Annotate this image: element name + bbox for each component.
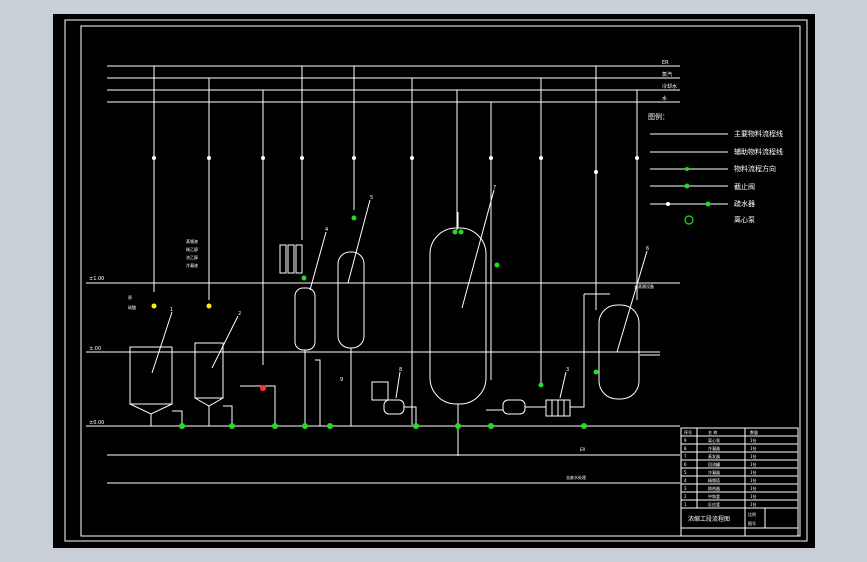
legend-title: 图例： [648, 112, 669, 121]
title-block-cell: 1台 [750, 485, 757, 491]
equipment-tag: 3 [566, 367, 569, 373]
utility-header-label: 蒸汽 [662, 71, 672, 78]
title-block-header: 名 称 [708, 429, 717, 435]
title-block-cell: 1台 [750, 437, 757, 443]
title-block-cell: 1台 [750, 501, 757, 507]
utility-header-label: ER [662, 60, 669, 66]
pipe-label: 去废水处理 [566, 474, 586, 480]
legend-item: 疏水器 [734, 199, 755, 208]
equipment-tag: 4 [325, 227, 328, 233]
title-block-cell: 1台 [750, 477, 757, 483]
title-block-cell: 冷凝器 [708, 445, 720, 451]
legend-item: 截止阀 [734, 182, 755, 191]
title-block-cell: 换热器 [708, 485, 720, 491]
title-block-header: 序号 [684, 429, 692, 435]
equipment-tag: 1 [170, 307, 173, 313]
legend-item: 主要物料流程线 [734, 129, 783, 138]
title-block-header: 数量 [750, 429, 758, 435]
title-block-cell: 1台 [750, 493, 757, 499]
title-block-cell: 反应釜 [708, 501, 720, 507]
equipment-tag: 5 [370, 195, 373, 201]
equipment-tag: 6 [646, 246, 649, 252]
utility-header-label: 水 [662, 95, 667, 102]
pipe-label: ER [580, 447, 586, 452]
title-block-cell: 离心泵 [708, 437, 720, 443]
title-block-field: 图号 [748, 520, 756, 526]
floor-level-label: ±0.00 [89, 420, 104, 426]
utility-header-label: 冷却水 [662, 83, 677, 90]
equipment-tag: 2 [238, 311, 241, 317]
equipment-tag: 8 [399, 367, 402, 373]
drawing-title: 浓缩工段流程图 [688, 515, 730, 523]
legend-item: 物料流程方向 [734, 164, 776, 173]
feed-label: 浓乙醇 [186, 254, 198, 260]
title-block-cell: 1台 [750, 469, 757, 475]
title-block-cell: 冷凝器 [708, 469, 720, 475]
title-block-cell: 1台 [750, 461, 757, 467]
drawing-sheet: ER 蒸汽 冷却水 水 ±1.00 ±.00 ±0.00 1 2 3 4 5 6… [53, 14, 815, 548]
legend-item: 离心泵 [734, 215, 755, 224]
floor-level-label: ±.00 [89, 346, 101, 352]
floor-level-label: ±1.00 [89, 276, 104, 282]
title-block-cell: 精馏塔 [708, 477, 720, 483]
title-block-cell: 中和釜 [708, 493, 720, 499]
inlet-label: 原 [128, 295, 132, 300]
title-block-field: 比例 [748, 511, 756, 517]
title-block-cell: 1台 [750, 453, 757, 459]
feed-label: 冷凝液 [186, 262, 198, 268]
pipe-label: 去蒸馏设备 [634, 283, 654, 289]
equipment-tag: 9 [340, 377, 343, 383]
legend-item: 辅助物料流程线 [734, 147, 783, 156]
equipment-tag: 7 [493, 185, 496, 191]
title-block-cell: 1台 [750, 445, 757, 451]
feed-label: 蒸馏液 [186, 238, 198, 244]
title-block-cell: 蒸发器 [708, 453, 720, 459]
inlet-label: 硫酸 [128, 304, 136, 310]
feed-label: 稀乙醇 [186, 246, 198, 252]
title-block-cell: 回流罐 [708, 461, 720, 467]
